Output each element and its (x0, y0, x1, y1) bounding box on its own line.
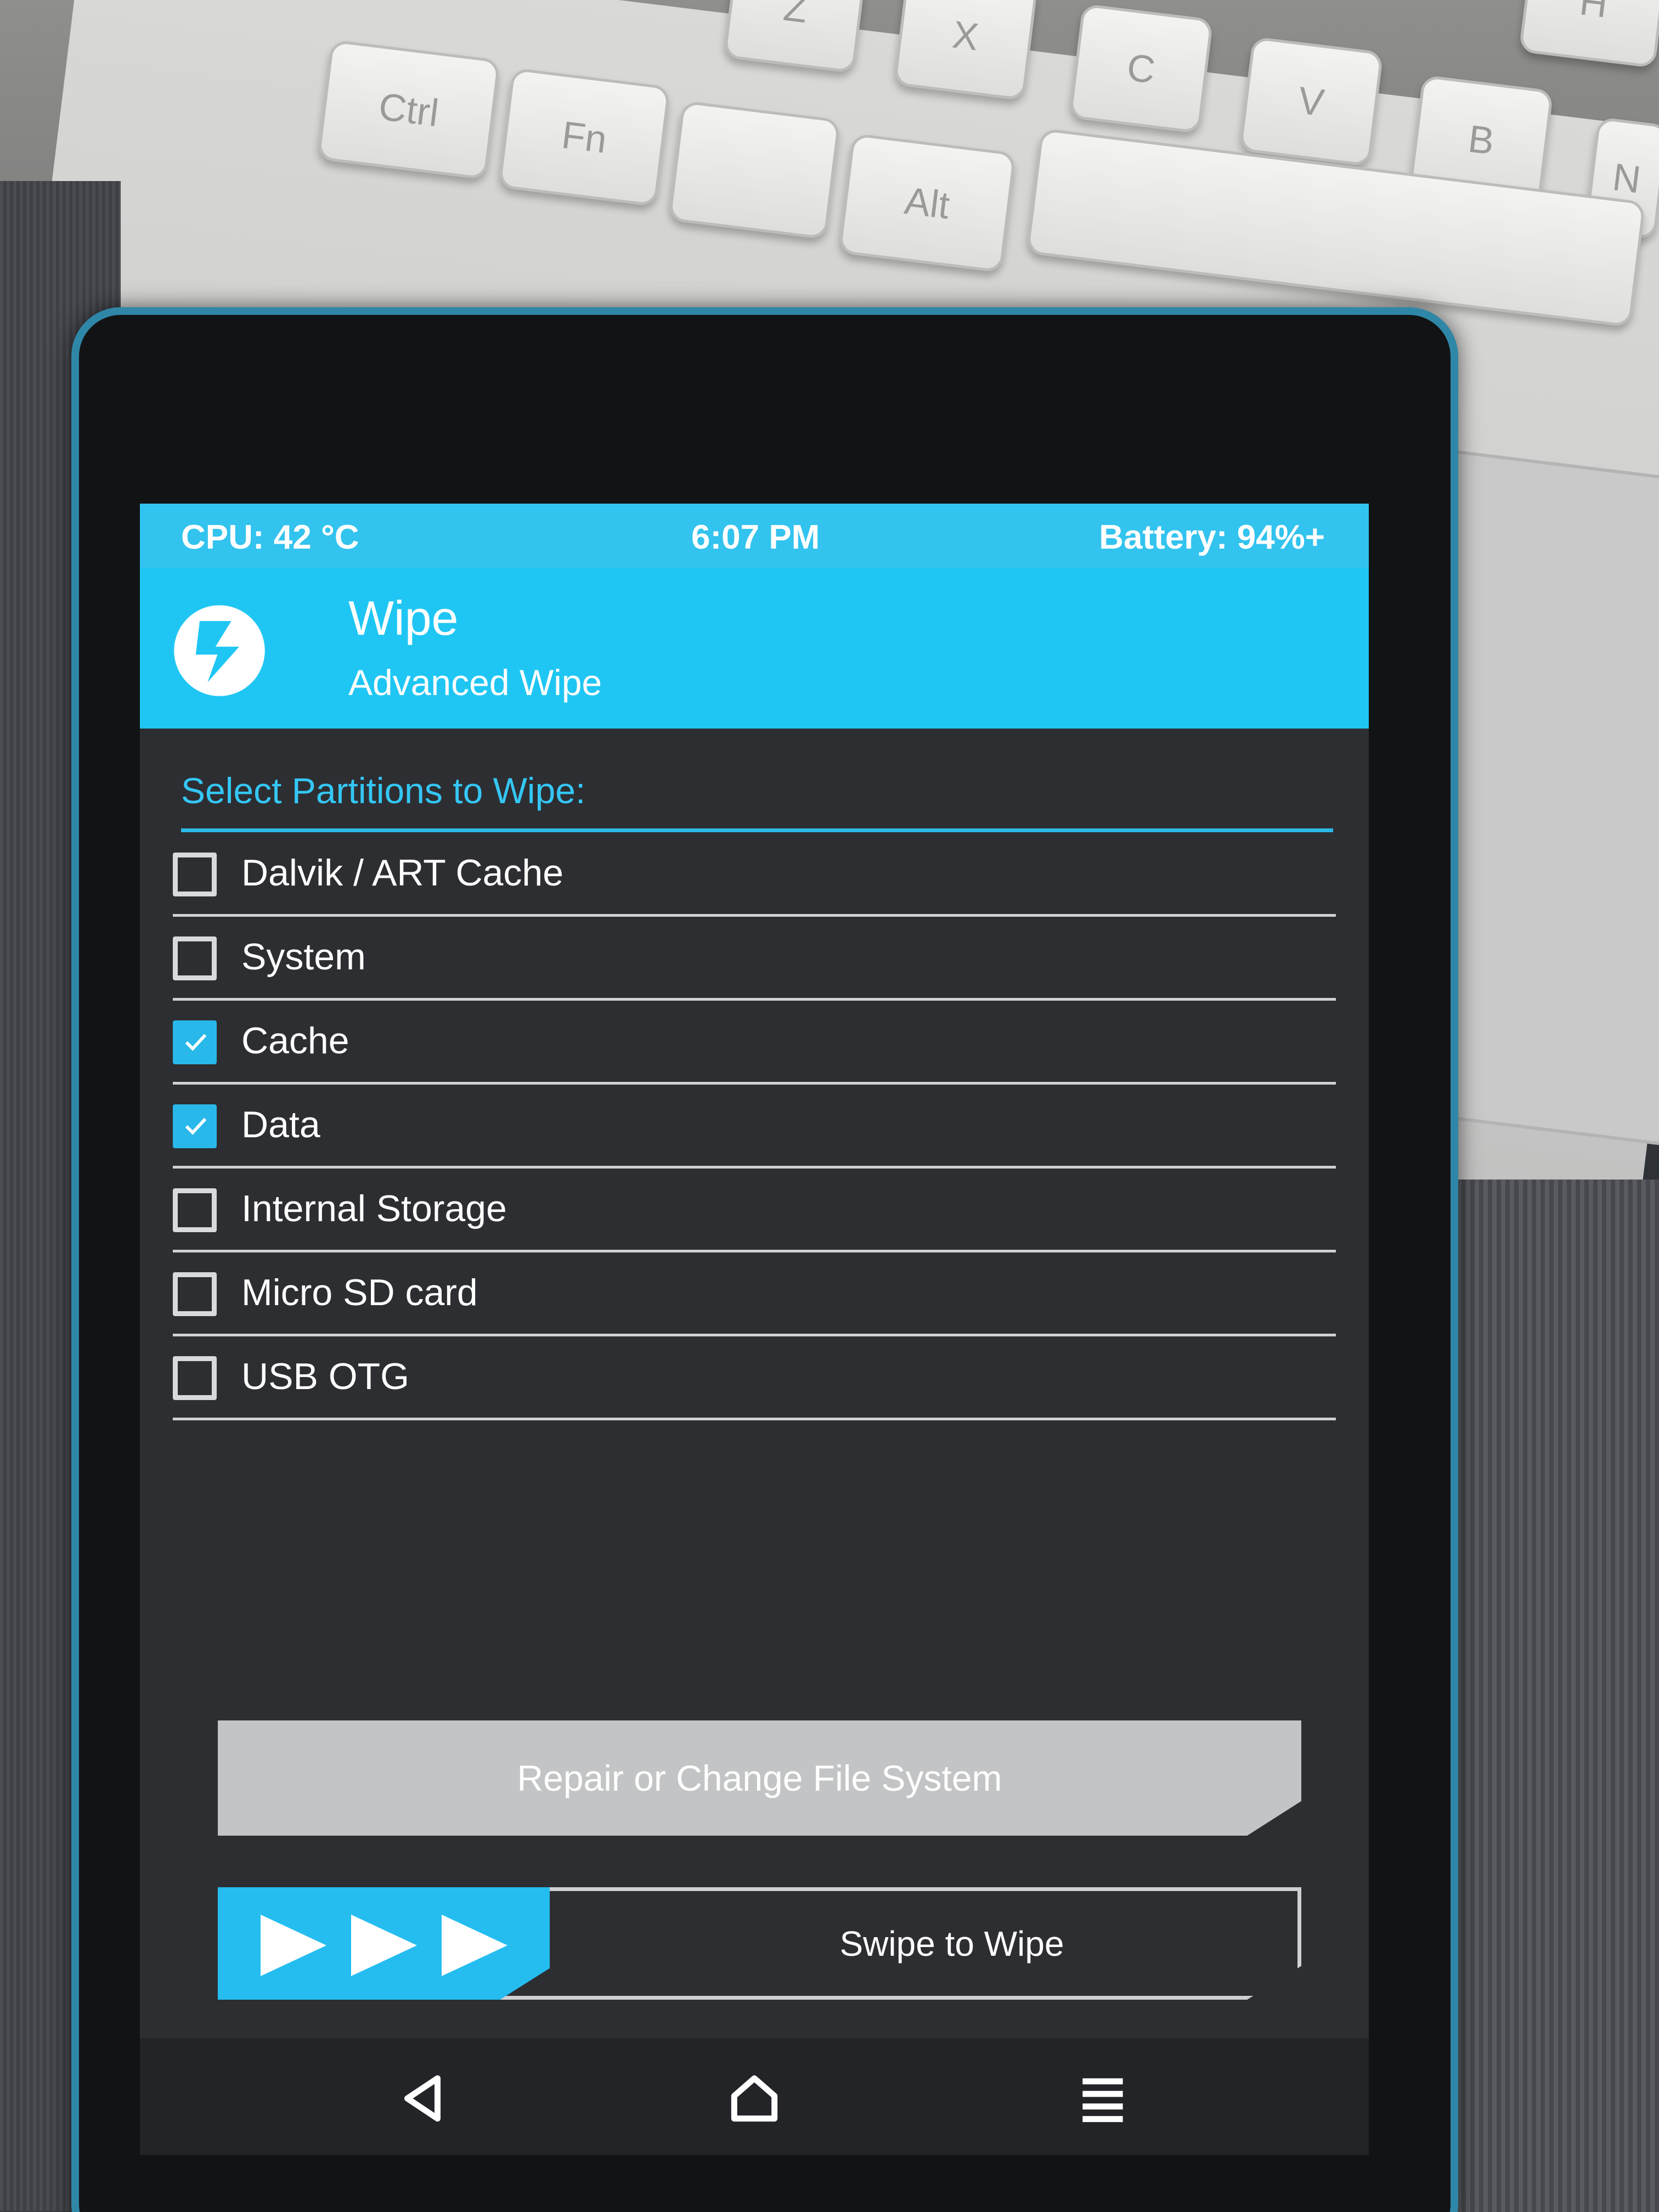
photo-background: Z X C V B H N Ctrl Fn Alt CPU: 42 °C 6:0… (0, 0, 1659, 2212)
checkbox-dalvik[interactable] (173, 853, 217, 896)
clock: 6:07 PM (691, 518, 820, 556)
cpu-temperature: CPU: 42 °C (181, 518, 359, 556)
battery-status: Battery: 94%+ (1099, 518, 1325, 556)
repair-button-label: Repair or Change File System (517, 1758, 1002, 1798)
navigation-bar (140, 2038, 1369, 2155)
back-icon[interactable] (392, 2068, 453, 2129)
checkbox-internal-storage[interactable] (173, 1188, 217, 1232)
keyboard-key-c: C (1069, 3, 1214, 134)
arrow-right-icon (261, 1915, 326, 1976)
keyboard-key-fn: Fn (498, 67, 671, 207)
page-title: Wipe (348, 591, 459, 645)
partition-label: Cache (241, 1020, 349, 1062)
keyboard-key-x: X (893, 0, 1038, 101)
keyboard-key-alt: Alt (838, 133, 1017, 273)
page-header: Wipe Advanced Wipe (140, 568, 1369, 729)
checkbox-data[interactable] (173, 1104, 217, 1148)
keyboard-key-v: V (1239, 36, 1384, 167)
arrow-right-icon (442, 1915, 507, 1976)
partition-label: Data (241, 1104, 320, 1146)
checkbox-system[interactable] (173, 936, 217, 980)
partition-row-internal-storage[interactable]: Internal Storage (173, 1169, 1336, 1252)
menu-icon[interactable] (1073, 2068, 1133, 2129)
partition-label: Micro SD card (241, 1272, 478, 1313)
status-bar: CPU: 42 °C 6:07 PM Battery: 94%+ (140, 504, 1369, 568)
fabric-right (1448, 1180, 1659, 2212)
home-icon[interactable] (724, 2068, 785, 2129)
section-divider (181, 828, 1333, 832)
partition-label: USB OTG (241, 1356, 410, 1397)
checkbox-cache[interactable] (173, 1020, 217, 1064)
check-icon (185, 1118, 207, 1135)
page-subtitle: Advanced Wipe (348, 662, 602, 703)
partition-row-dalvik[interactable]: Dalvik / ART Cache (173, 833, 1336, 917)
partition-row-cache[interactable]: Cache (173, 1001, 1336, 1085)
swipe-label: Swipe to Wipe (839, 1924, 1064, 1963)
arrow-right-icon (351, 1915, 417, 1976)
repair-filesystem-button[interactable]: Repair or Change File System (218, 1720, 1301, 1836)
partition-label: Internal Storage (241, 1188, 507, 1229)
partition-label: System (241, 936, 366, 978)
checkbox-usb-otg[interactable] (173, 1356, 217, 1400)
keyboard-key-win (668, 100, 841, 240)
partition-row-micro-sd[interactable]: Micro SD card (173, 1252, 1336, 1336)
partition-row-data[interactable]: Data (173, 1085, 1336, 1169)
twrp-logo-icon[interactable] (170, 601, 269, 700)
partition-row-system[interactable]: System (173, 917, 1336, 1001)
partition-row-usb-otg[interactable]: USB OTG (173, 1336, 1336, 1420)
keyboard-key-h: H (1519, 0, 1659, 69)
check-icon (185, 1034, 207, 1051)
section-label: Select Partitions to Wipe: (181, 770, 586, 811)
partition-label: Dalvik / ART Cache (241, 852, 564, 894)
keyboard-key-ctrl: Ctrl (317, 39, 501, 180)
twrp-screen: CPU: 42 °C 6:07 PM Battery: 94%+ Wipe Ad… (140, 504, 1369, 2155)
checkbox-micro-sd[interactable] (173, 1272, 217, 1316)
